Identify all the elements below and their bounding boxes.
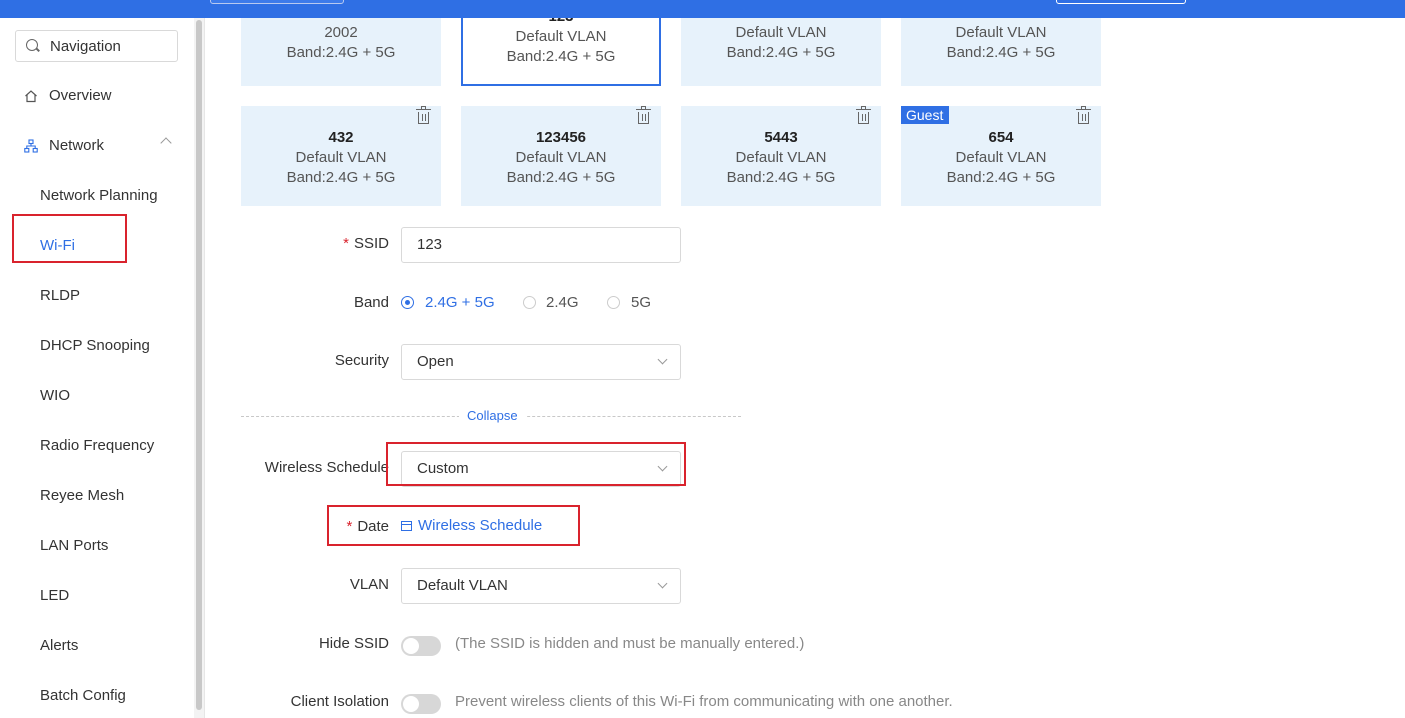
- card-vlan: Default VLAN: [955, 24, 1047, 41]
- sidebar-item-rldp[interactable]: RLDP: [40, 287, 80, 304]
- ssid-input[interactable]: 123: [401, 227, 681, 263]
- ssid-card[interactable]: 5443 Default VLAN Band:2.4G + 5G: [681, 106, 881, 206]
- delete-icon[interactable]: [1076, 106, 1091, 124]
- hide-ssid-toggle[interactable]: [401, 636, 441, 656]
- card-ssid-name: 123456: [535, 129, 587, 146]
- card-ssid-name: 654: [988, 129, 1014, 146]
- sidebar-item-alerts[interactable]: Alerts: [40, 637, 78, 654]
- band-option-label[interactable]: 2.4G + 5G: [425, 294, 495, 311]
- divider: [204, 18, 205, 718]
- wireless-schedule-label: Wireless Schedule: [264, 459, 389, 476]
- client-isolation-hint: Prevent wireless clients of this Wi-Fi f…: [455, 693, 953, 710]
- sidebar-item-wio[interactable]: WIO: [40, 387, 70, 404]
- card-vlan: Default VLAN: [515, 149, 607, 166]
- card-band: Band:2.4G + 5G: [946, 169, 1056, 186]
- hide-ssid-hint: (The SSID is hidden and must be manually…: [455, 635, 805, 652]
- band-radio-2g[interactable]: [523, 296, 536, 309]
- card-band: Band:2.4G + 5G: [726, 169, 836, 186]
- card-band: Band:2.4G + 5G: [506, 48, 616, 65]
- ssid-card[interactable]: Guest 654 Default VLAN Band:2.4G + 5G: [901, 106, 1101, 206]
- chevron-up-icon[interactable]: [160, 137, 172, 149]
- ssid-label: * SSID: [343, 235, 389, 252]
- collapse-link[interactable]: Collapse: [459, 408, 526, 423]
- sidebar-item-led[interactable]: LED: [40, 587, 69, 604]
- card-band: Band:2.4G + 5G: [506, 169, 616, 186]
- header-button[interactable]: [1056, 0, 1186, 4]
- card-ssid-name: 432: [328, 129, 354, 146]
- sidebar-item-network-planning[interactable]: Network Planning: [40, 187, 158, 204]
- card-band: Band:2.4G + 5G: [286, 169, 396, 186]
- sidebar-item-label: Network: [49, 137, 105, 154]
- vlan-select-value: Default VLAN: [417, 577, 508, 594]
- hide-ssid-label: Hide SSID: [318, 635, 389, 652]
- chevron-down-icon: [657, 354, 668, 365]
- network-icon: [24, 139, 38, 153]
- highlight-box: [12, 214, 127, 263]
- sidebar-item-reyee-mesh[interactable]: Reyee Mesh: [40, 487, 124, 504]
- ssid-card[interactable]: 432 Default VLAN Band:2.4G + 5G: [241, 106, 441, 206]
- sidebar-item-dhcp-snooping[interactable]: DHCP Snooping: [40, 337, 150, 354]
- sidebar-item-batch-config[interactable]: Batch Config: [40, 687, 126, 704]
- sidebar: Navigation Overview Network Network Plan…: [0, 18, 194, 718]
- card-vlan: Default VLAN: [295, 149, 387, 166]
- vlan-label: VLAN: [349, 576, 389, 593]
- band-label: Band: [353, 294, 389, 311]
- security-select[interactable]: Open: [401, 344, 681, 380]
- card-vlan: Default VLAN: [515, 28, 607, 45]
- delete-icon[interactable]: [636, 106, 651, 124]
- scrollbar-thumb[interactable]: [196, 20, 202, 710]
- navigation-search[interactable]: Navigation: [15, 30, 178, 62]
- sidebar-item-lan-ports[interactable]: LAN Ports: [40, 537, 108, 554]
- band-option-label[interactable]: 2.4G: [546, 294, 579, 311]
- security-label: Security: [334, 352, 389, 369]
- card-band: Band:2.4G + 5G: [726, 44, 836, 61]
- card-vlan: Default VLAN: [735, 149, 827, 166]
- chevron-down-icon: [657, 578, 668, 589]
- band-option-label[interactable]: 5G: [631, 294, 651, 311]
- guest-badge: Guest: [901, 106, 950, 124]
- highlight-box: [386, 442, 686, 486]
- ssid-input-value: 123: [417, 236, 443, 253]
- client-isolation-toggle[interactable]: [401, 694, 441, 714]
- ssid-card[interactable]: 123456 Default VLAN Band:2.4G + 5G: [461, 106, 661, 206]
- card-band: Band:2.4G + 5G: [946, 44, 1056, 61]
- card-ssid-name: 5443: [764, 129, 798, 146]
- home-icon: [25, 90, 37, 103]
- sidebar-item-radio-frequency[interactable]: Radio Frequency: [40, 437, 154, 454]
- top-header-overlay: [0, 0, 1405, 18]
- card-vlan: Default VLAN: [735, 24, 827, 41]
- client-isolation-label: Client Isolation: [290, 693, 389, 710]
- card-vlan: 2002: [324, 24, 358, 41]
- delete-icon[interactable]: [856, 106, 871, 124]
- sidebar-scrollbar[interactable]: [194, 18, 204, 718]
- sidebar-item-label: Overview: [49, 87, 112, 104]
- delete-icon[interactable]: [416, 106, 431, 124]
- header-tab[interactable]: [210, 0, 344, 4]
- search-icon: [26, 39, 38, 51]
- highlight-box: [327, 505, 580, 546]
- navigation-search-label: Navigation: [50, 38, 121, 55]
- card-vlan: Default VLAN: [955, 149, 1047, 166]
- band-radio-dual[interactable]: [401, 296, 414, 309]
- band-radio-5g[interactable]: [607, 296, 620, 309]
- card-band: Band:2.4G + 5G: [286, 44, 396, 61]
- security-select-value: Open: [417, 353, 454, 370]
- vlan-select[interactable]: Default VLAN: [401, 568, 681, 604]
